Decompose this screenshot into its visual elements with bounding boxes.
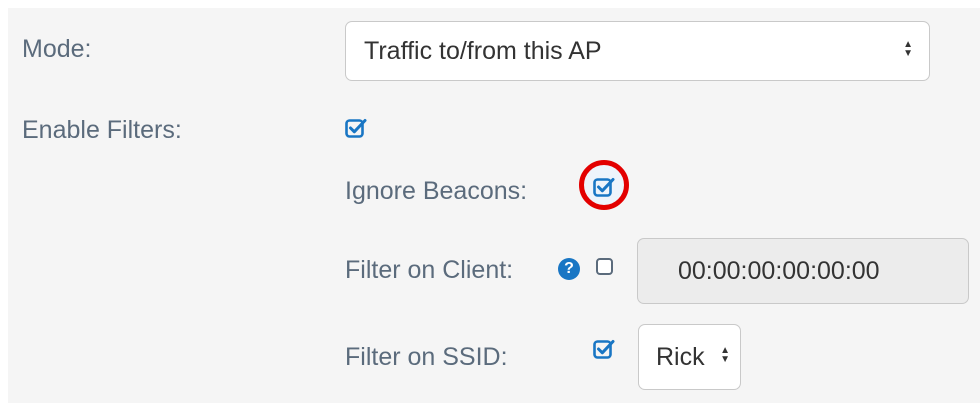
client-mac-input[interactable]: 00:00:00:00:00:00: [637, 238, 969, 304]
ssid-select-value: Rick: [656, 342, 705, 371]
filter-ssid-checkbox[interactable]: [593, 338, 615, 360]
filter-ssid-label: Filter on SSID:: [345, 343, 508, 371]
mode-select[interactable]: Traffic to/from this AP ▲ ▼: [345, 21, 930, 81]
filter-client-checkbox[interactable]: [596, 258, 613, 275]
filter-client-label: Filter on Client:: [345, 256, 514, 284]
sort-arrows-icon: ▲ ▼: [903, 39, 913, 59]
mode-select-value: Traffic to/from this AP: [364, 36, 602, 65]
ssid-select[interactable]: Rick ▲ ▼: [638, 324, 741, 390]
enable-filters-checkbox[interactable]: [345, 117, 367, 139]
question-circle-icon[interactable]: ?: [558, 258, 580, 280]
ignore-beacons-checkbox[interactable]: [593, 176, 615, 198]
mode-label: Mode:: [22, 35, 92, 63]
checkbox-checked-icon: [593, 340, 615, 359]
ignore-beacons-label: Ignore Beacons:: [345, 177, 528, 205]
checkbox-checked-icon: [593, 178, 615, 197]
sort-arrows-icon: ▲ ▼: [720, 345, 730, 365]
enable-filters-label: Enable Filters:: [22, 116, 182, 144]
checkbox-checked-icon: [345, 119, 367, 138]
